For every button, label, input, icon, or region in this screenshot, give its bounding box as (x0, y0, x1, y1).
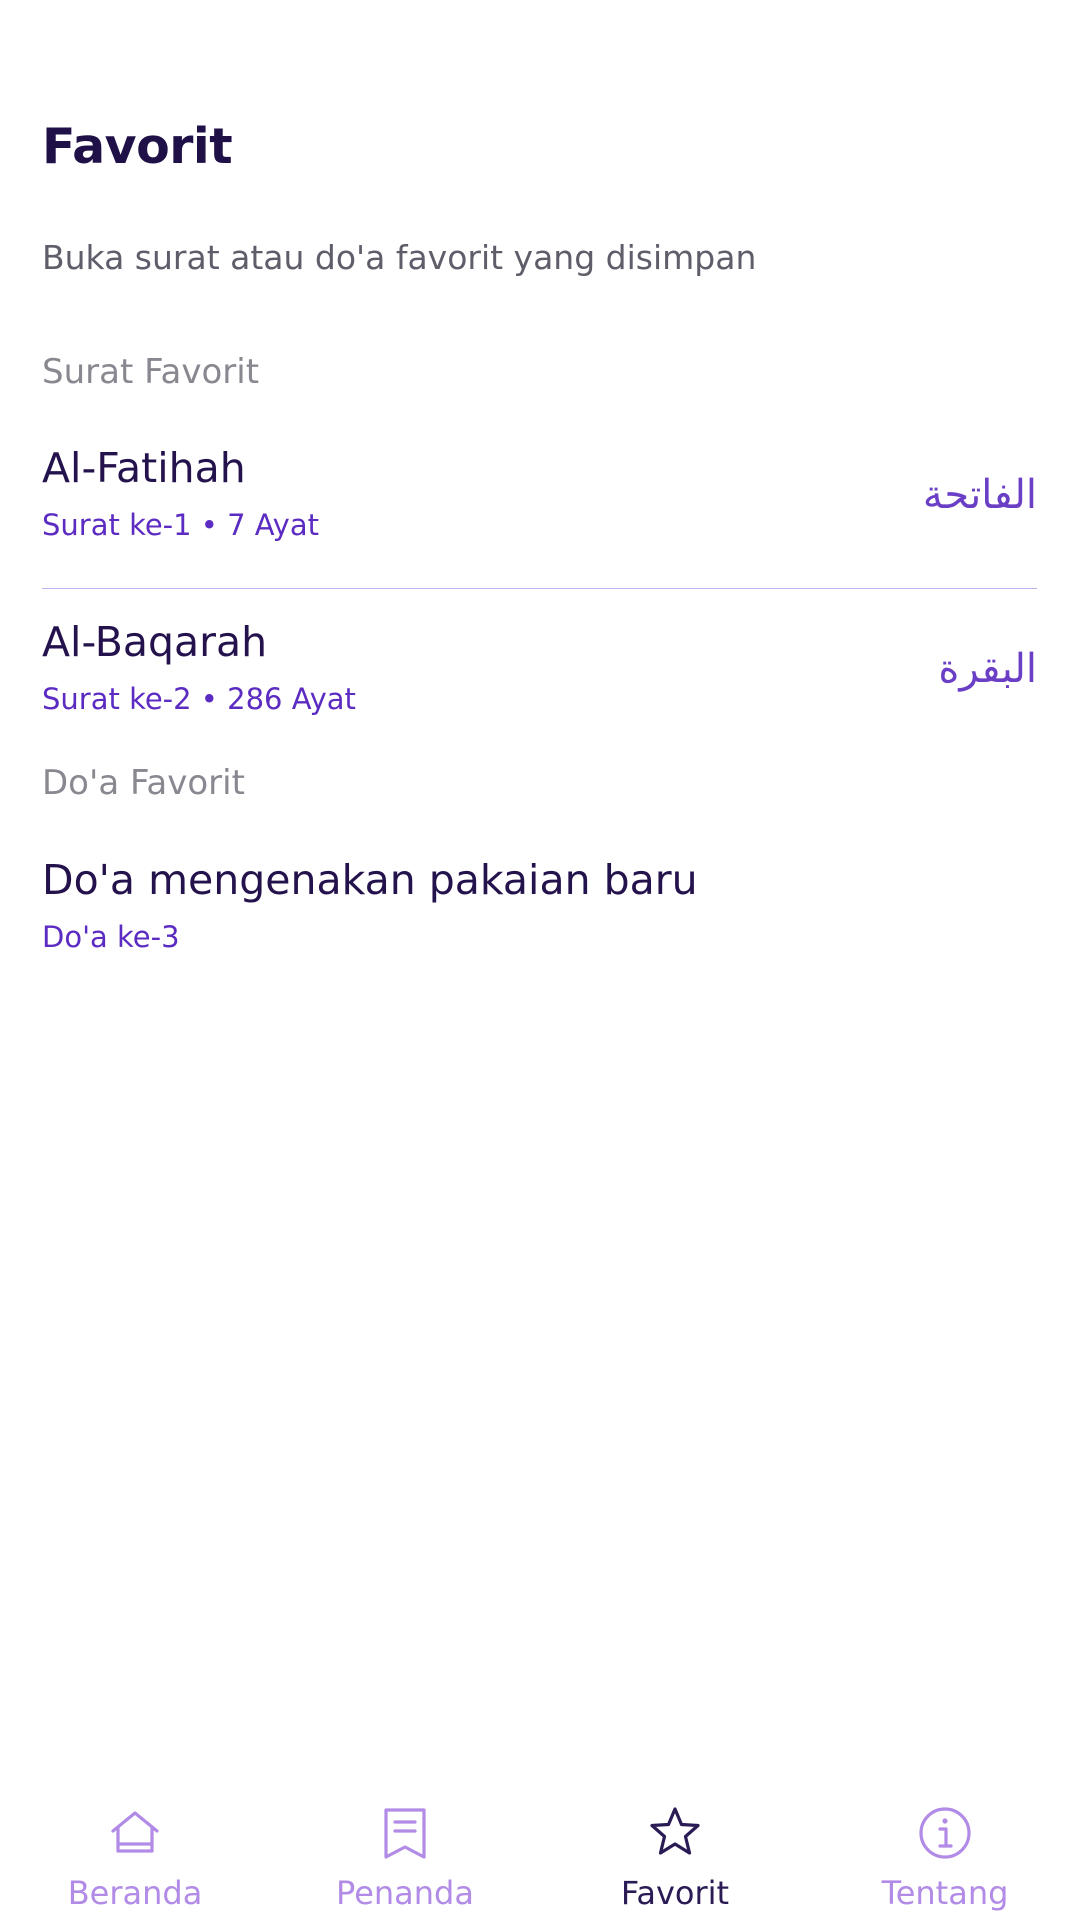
section-label-surat-favorit: Surat Favorit (42, 352, 260, 392)
surat-favorite-item[interactable]: Al-Fatihah Surat ke-1 • 7 Ayat الفاتحة (42, 444, 1037, 572)
nav-label-penanda: Penanda (336, 1874, 474, 1912)
nav-item-penanda[interactable]: Penanda (270, 1790, 540, 1919)
bottom-navigation: Beranda Penanda Favorit Tentang (0, 1790, 1079, 1919)
doa-favorite-item[interactable]: Do'a mengenakan pakaian baru Do'a ke-3 (42, 856, 1037, 984)
nav-label-tentang: Tentang (881, 1874, 1009, 1912)
nav-label-beranda: Beranda (67, 1874, 203, 1912)
doa-subtitle: Do'a ke-3 (42, 920, 180, 954)
surat-favorite-item[interactable]: Al-Baqarah Surat ke-2 • 286 Ayat البقرة (42, 618, 1037, 746)
nav-item-favorit[interactable]: Favorit (540, 1790, 810, 1919)
star-icon (650, 1807, 700, 1855)
page-title: Favorit (42, 118, 233, 175)
bookmark-icon (384, 1808, 426, 1859)
info-icon (919, 1807, 971, 1859)
surat-subtitle: Surat ke-1 • 7 Ayat (42, 508, 319, 542)
surat-arabic-name: الفاتحة (922, 472, 1037, 518)
section-label-doa-favorit: Do'a Favorit (42, 763, 245, 803)
item-divider (42, 588, 1037, 589)
surat-arabic-name: البقرة (938, 646, 1037, 692)
nav-label-favorit: Favorit (620, 1874, 730, 1912)
favorites-screen: Favorit Buka surat atau do'a favorit yan… (0, 0, 1079, 1919)
nav-item-tentang[interactable]: Tentang (810, 1790, 1079, 1919)
nav-item-beranda[interactable]: Beranda (0, 1790, 270, 1919)
home-icon (111, 1811, 159, 1853)
surat-title: Al-Fatihah (42, 444, 246, 492)
page-subtitle: Buka surat atau do'a favorit yang disimp… (42, 238, 757, 277)
doa-title: Do'a mengenakan pakaian baru (42, 856, 698, 904)
surat-title: Al-Baqarah (42, 618, 268, 666)
surat-subtitle: Surat ke-2 • 286 Ayat (42, 682, 356, 716)
